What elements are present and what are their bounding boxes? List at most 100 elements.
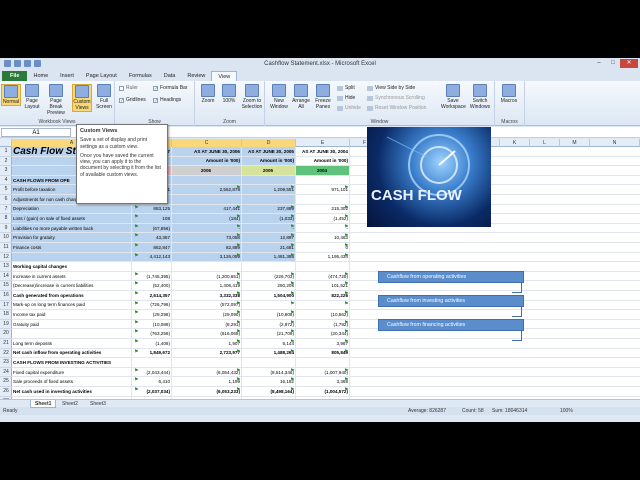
arrange-all-button[interactable]: Arrange All	[291, 84, 311, 110]
error-flag-icon[interactable]: ⚑	[290, 272, 294, 278]
cell-d15[interactable]: 1,406,419	[172, 281, 242, 290]
cell-a7[interactable]: Depreciation	[12, 204, 132, 214]
cell-f19[interactable]: (1,782)	[296, 319, 350, 329]
error-flag-icon[interactable]: ⚑	[134, 214, 138, 220]
cell-e16[interactable]: 1,504,900	[242, 291, 296, 300]
error-flag-icon[interactable]: ⚑	[344, 224, 348, 230]
smartart-box-financing[interactable]: Cashflow from financing activities	[378, 319, 524, 331]
column-header[interactable]: E	[296, 139, 350, 147]
tab-page-layout[interactable]: Page Layout	[80, 71, 123, 81]
error-flag-icon[interactable]: ⚑	[236, 214, 240, 220]
error-flag-icon[interactable]: ⚑	[236, 291, 240, 297]
macros-button[interactable]: Macros	[499, 84, 519, 104]
cell-f16[interactable]: 822,226	[296, 291, 350, 300]
error-flag-icon[interactable]: ⚑	[290, 377, 294, 383]
error-flag-icon[interactable]: ⚑	[134, 281, 138, 287]
row-header[interactable]: 26	[0, 387, 12, 397]
cell-f23[interactable]	[296, 358, 350, 367]
cell-a22[interactable]: Net cash inflow from operating activitie…	[12, 348, 132, 358]
cell-f2[interactable]: Amount in '000)	[296, 156, 350, 166]
error-flag-icon[interactable]: ⚑	[290, 205, 294, 211]
cell-d20[interactable]: (616,065)	[172, 329, 242, 338]
cell-f12[interactable]: 1,195,434	[296, 252, 350, 262]
cell-e7[interactable]: 237,889	[242, 204, 296, 214]
cell-f18[interactable]: (10,562)	[296, 310, 350, 319]
cell-d5[interactable]: 2,552,878	[172, 185, 242, 194]
cell-d13[interactable]	[172, 262, 242, 271]
cell-d12[interactable]: 3,126,059	[172, 252, 242, 262]
error-flag-icon[interactable]: ⚑	[236, 281, 240, 287]
cell-a8[interactable]: Loss / (gain) on sale of fixed assets	[12, 214, 132, 223]
cell-e3[interactable]: 2005	[242, 166, 296, 175]
row-header[interactable]: 2	[0, 157, 12, 167]
cell-a24[interactable]: Fixed capital expenditure	[12, 367, 132, 377]
cell-a21[interactable]: Long term deposits	[12, 339, 132, 348]
switch-windows-button[interactable]: Switch Windows	[468, 84, 492, 110]
row-header[interactable]: 24	[0, 368, 12, 378]
error-flag-icon[interactable]: ⚑	[134, 368, 138, 374]
cash-flow-image[interactable]: CASH FLOW	[367, 127, 491, 227]
tab-home[interactable]: Home	[27, 71, 54, 81]
zoom-100-button[interactable]: 100%	[219, 84, 239, 104]
cell-d17[interactable]: (572,097)	[172, 300, 242, 310]
row-header[interactable]: 22	[0, 349, 12, 359]
row-header[interactable]: 13	[0, 262, 12, 272]
cell-a20[interactable]	[12, 329, 132, 338]
error-flag-icon[interactable]: ⚑	[344, 243, 348, 249]
reset-window-position-button[interactable]: Reset Window Position	[367, 105, 426, 111]
error-flag-icon[interactable]: ⚑	[134, 349, 138, 355]
save-icon[interactable]	[14, 60, 21, 67]
error-flag-icon[interactable]: ⚑	[134, 205, 138, 211]
cell-d14[interactable]: (1,200,651)	[172, 271, 242, 281]
error-flag-icon[interactable]: ⚑	[290, 368, 294, 374]
cell-e2[interactable]: Amount in '000)	[242, 156, 296, 166]
row-header[interactable]: 4	[0, 176, 12, 186]
sheet-tab[interactable]: Sheet1	[30, 400, 57, 408]
error-flag-icon[interactable]: ⚑	[236, 224, 240, 230]
cell-e15[interactable]: 250,208	[242, 281, 296, 290]
cell-d23[interactable]	[172, 358, 242, 367]
zoom-button[interactable]: Zoom	[198, 84, 218, 104]
cell-f6[interactable]	[296, 195, 350, 204]
cell-a17[interactable]: Mark-up on long term finances paid	[12, 300, 132, 310]
cell-e17[interactable]	[242, 300, 296, 310]
cell-f13[interactable]	[296, 262, 350, 271]
error-flag-icon[interactable]: ⚑	[290, 233, 294, 239]
error-flag-icon[interactable]: ⚑	[236, 205, 240, 211]
row-header[interactable]: 18	[0, 310, 12, 320]
error-flag-icon[interactable]: ⚑	[344, 387, 348, 393]
cell-d4[interactable]	[172, 175, 242, 185]
cell-f17[interactable]	[296, 300, 350, 310]
cell-e11[interactable]: 21,681	[242, 243, 296, 252]
cell-f11[interactable]: 0	[296, 243, 350, 252]
cell-d24[interactable]: (6,054,432)	[172, 367, 242, 377]
cell-a25[interactable]: Sale proceeds of fixed assets	[12, 377, 132, 386]
error-flag-icon[interactable]: ⚑	[344, 205, 348, 211]
cell-f22[interactable]: 805,849	[296, 348, 350, 358]
cell-e22[interactable]: 1,488,264	[242, 348, 296, 358]
error-flag-icon[interactable]: ⚑	[290, 214, 294, 220]
error-flag-icon[interactable]: ⚑	[134, 243, 138, 249]
row-header[interactable]: 15	[0, 281, 12, 291]
formula-bar-checkbox[interactable]: ✓ Formula Bar	[153, 85, 188, 91]
cell-a16[interactable]: Cash generated from operations	[12, 291, 132, 300]
view-side-by-side-button[interactable]: View Side by Side	[367, 85, 415, 91]
row-header[interactable]: 16	[0, 291, 12, 301]
excel-icon[interactable]	[4, 60, 11, 67]
error-flag-icon[interactable]: ⚑	[134, 387, 138, 393]
row-header[interactable]: 10	[0, 233, 12, 243]
cell-f7[interactable]: 215,302	[296, 204, 350, 214]
cell-e18[interactable]: (10,808)	[242, 310, 296, 319]
zoom-to-selection-button[interactable]: Zoom to Selection	[240, 84, 264, 110]
error-flag-icon[interactable]: ⚑	[290, 329, 294, 335]
error-flag-icon[interactable]: ⚑	[344, 272, 348, 278]
cell-e10[interactable]: 12,897	[242, 233, 296, 242]
row-header[interactable]: 1	[0, 147, 12, 157]
error-flag-icon[interactable]: ⚑	[290, 291, 294, 297]
cell-e14[interactable]: (226,703)	[242, 271, 296, 281]
smartart-box-investing[interactable]: Cashflow from investing activities	[378, 295, 524, 307]
name-box[interactable]: A1	[1, 128, 71, 137]
error-flag-icon[interactable]: ⚑	[344, 253, 348, 259]
cell-d26[interactable]: (6,053,233)	[172, 387, 242, 396]
cell-a11[interactable]: Finance costs	[12, 243, 132, 252]
